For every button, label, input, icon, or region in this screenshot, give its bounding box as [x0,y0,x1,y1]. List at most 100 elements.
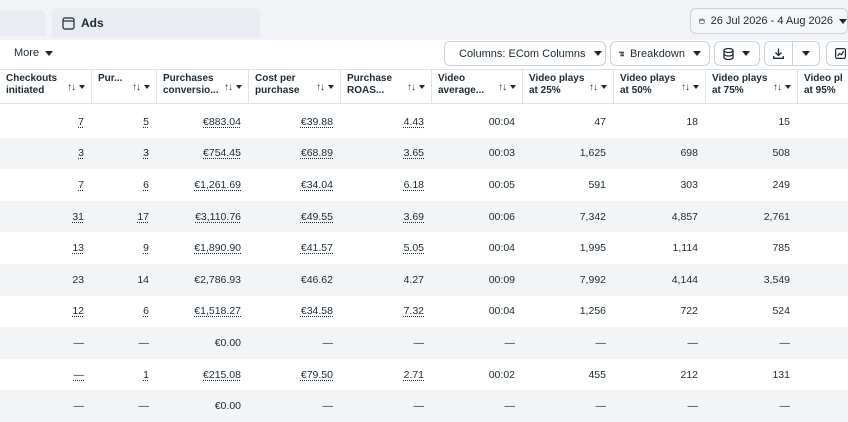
table-row[interactable]: 23 14 €2,786.93 €46.62 4.27 00:09 7,992 4,144 3,… [0,264,848,296]
table-row[interactable]: 13 9 €1,890.90 €41.57 5.05 00:04 1,995 1,114 785 [0,232,848,264]
table-cell[interactable]: €79.50 [249,359,341,391]
columns-button[interactable]: Columns: ECom Columns [444,41,606,66]
export-button[interactable] [764,41,820,66]
export-main[interactable] [765,42,793,65]
table-cell[interactable]: €754.45 [157,138,249,170]
breakdown-label: Breakdown [629,47,685,60]
column-header[interactable]: Pur... ↑↓ [92,70,157,104]
table-row[interactable]: 7 6 €1,261.69 €34.04 6.18 00:05 591 303 249 [0,169,848,201]
table-cell[interactable]: €49.55 [249,201,341,233]
table-cell[interactable]: 17 [92,201,157,233]
table-cell[interactable]: €1,890.90 [157,232,249,264]
table-cell[interactable]: €215.08 [157,359,249,391]
tab-previous[interactable] [0,10,46,36]
database-icon [723,47,734,60]
table-cell: 698 [614,138,706,170]
chevron-down-icon[interactable] [236,85,242,90]
table-cell[interactable]: 7 [0,169,92,201]
table-cell[interactable]: 6 [92,296,157,328]
chevron-down-icon[interactable] [79,85,85,90]
column-header[interactable]: Purchase ROAS... ↑↓ [341,70,432,104]
table-cell[interactable]: 4.43 [341,106,432,138]
table-cell[interactable]: 3.69 [341,201,432,233]
column-header[interactable]: Video plays at 75% ↑↓ [706,70,798,104]
table-cell[interactable]: €41.57 [249,232,341,264]
chevron-down-icon[interactable] [419,85,425,90]
chevron-down-icon[interactable] [510,85,516,90]
table-cell[interactable]: 9 [92,232,157,264]
table-cell[interactable]: 6.18 [341,169,432,201]
table-cell[interactable]: 2.71 [341,359,432,391]
column-header[interactable]: Purchases conversio... ↑↓ [157,70,249,104]
date-range-picker[interactable]: 26 Jul 2026 - 4 Aug 2026 [690,8,848,34]
cell-value: — [322,400,334,413]
tab-ads[interactable]: Ads [52,8,260,38]
table-row[interactable]: — — €0.00 — — — — — — [0,327,848,359]
table-cell[interactable]: €68.89 [249,138,341,170]
table-cell[interactable]: €34.04 [249,169,341,201]
table-cell[interactable]: 31 [0,201,92,233]
table-cell[interactable]: 3 [0,138,92,170]
sort-icon[interactable]: ↑↓ [132,82,150,94]
cell-value: €883.04 [203,115,241,128]
table-cell: 3,549 [706,264,798,296]
table-cell[interactable]: 12 [0,296,92,328]
sort-icon[interactable]: ↑↓ [316,82,334,94]
export-dropdown[interactable] [793,42,820,65]
table-cell[interactable]: €3,110.76 [157,201,249,233]
more-button[interactable]: More [14,47,54,59]
table-cell[interactable]: €1,261.69 [157,169,249,201]
cell-value: 18 [686,115,698,128]
table-cell[interactable]: 5.05 [341,232,432,264]
reports-button[interactable] [714,41,760,66]
chevron-down-icon[interactable] [785,85,791,90]
table-cell[interactable]: 5 [92,106,157,138]
table-cell[interactable]: 1 [92,359,157,391]
sort-icon[interactable]: ↑↓ [407,82,425,94]
chevron-down-icon[interactable] [601,85,607,90]
column-header[interactable]: Video plays at 50% ↑↓ [614,70,706,104]
sort-icon[interactable]: ↑↓ [224,82,242,94]
cell-value: €2,786.93 [194,273,241,286]
table-cell[interactable]: 6 [92,169,157,201]
cell-value: 3,549 [763,273,790,286]
chevron-down-icon[interactable] [144,85,150,90]
table-cell: — [432,390,523,422]
chevron-down-icon[interactable] [328,85,334,90]
chevron-down-icon[interactable] [693,85,699,90]
table-cell[interactable]: 3 [92,138,157,170]
table-cell[interactable]: 7 [0,106,92,138]
sort-icon[interactable]: ↑↓ [773,82,791,94]
cell-value: 4.27 [403,273,424,286]
breakdown-button[interactable]: Breakdown [610,41,710,66]
table-row[interactable]: 3 3 €754.45 €68.89 3.65 00:03 1,625 698 508 [0,137,848,170]
table-cell[interactable]: 13 [0,232,92,264]
table-row[interactable]: 7 5 €883.04 €39.88 4.43 00:04 47 18 15 [0,106,848,138]
cell-value: €79.50 [300,368,333,381]
table-row[interactable]: — 1 €215.08 €79.50 2.71 00:02 455 212 131 [0,359,848,391]
table-cell[interactable]: €39.88 [249,106,341,138]
table-cell[interactable]: — [0,359,92,391]
sort-icon[interactable]: ↑↓ [589,82,607,94]
table-row[interactable]: 12 6 €1,518.27 €34.58 7.32 00:04 1,256 722 524 [0,296,848,328]
table-cell[interactable]: €34.58 [249,296,341,328]
sort-icon[interactable]: ↑↓ [681,82,699,94]
table-cell: 00:04 [432,232,523,264]
view-charts-button[interactable] [826,41,848,66]
column-header[interactable]: Video plays at 25% ↑↓ [523,70,614,104]
table-cell[interactable]: 7.32 [341,296,432,328]
column-header[interactable]: Cost per purchase ↑↓ [249,70,341,104]
table-cell: 2,761 [706,201,798,233]
column-header[interactable]: Video average... ↑↓ [432,70,523,104]
table-cell [798,296,848,328]
table-row[interactable]: — — €0.00 — — — — — — [0,390,848,422]
sort-icon[interactable]: ↑↓ [67,82,85,94]
column-header[interactable]: Video pl at 95% [798,70,848,104]
sort-icon[interactable]: ↑↓ [498,82,516,94]
table-cell[interactable]: 3.65 [341,138,432,170]
table-cell[interactable]: €1,518.27 [157,296,249,328]
table-cell [798,390,848,422]
table-cell[interactable]: €883.04 [157,106,249,138]
table-row[interactable]: 31 17 €3,110.76 €49.55 3.69 00:06 7,342 4,857 2,… [0,200,848,233]
column-header[interactable]: Checkouts initiated ↑↓ [0,70,92,104]
